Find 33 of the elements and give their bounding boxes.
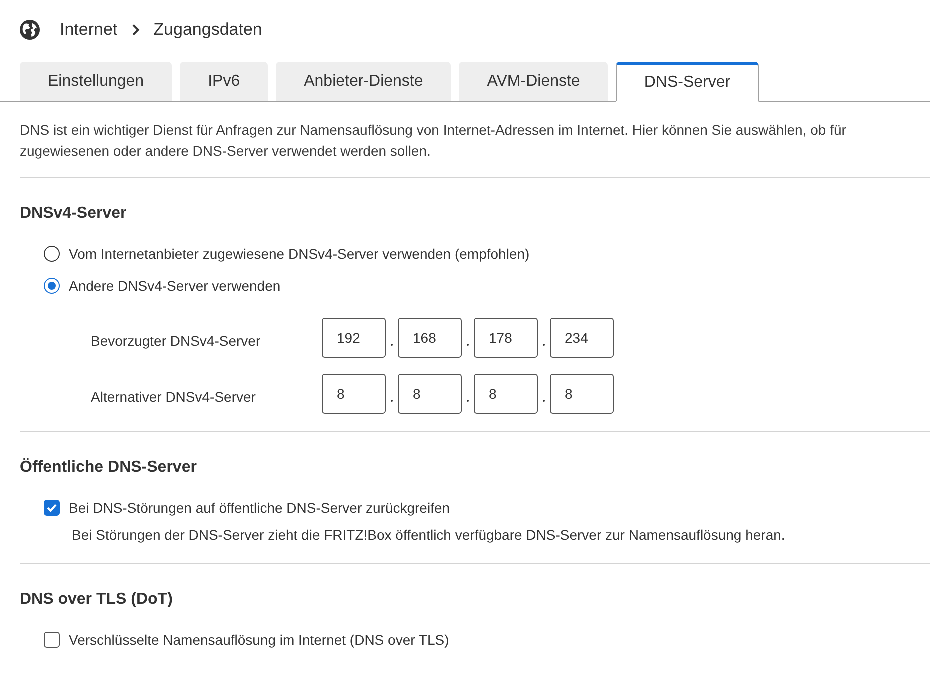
- section-heading: DNSv4-Server: [20, 204, 128, 224]
- breadcrumb-current: Zugangsdaten: [154, 19, 262, 41]
- tab[interactable]: Einstellungen: [20, 62, 172, 101]
- chevron-right-icon: [132, 24, 140, 36]
- tab[interactable]: DNS-Server: [616, 62, 759, 102]
- globe-icon: [20, 20, 40, 40]
- ip-octet-field[interactable]: 8: [322, 374, 386, 414]
- tab[interactable]: IPv6: [180, 62, 268, 101]
- section-heading: DNS over TLS (DoT): [20, 590, 174, 610]
- field-label: Alternativer DNSv4-Server: [91, 388, 257, 406]
- description-text: DNS ist ein wichtiger Dienst für Anfragen zur Namensauflösung von Internet-Adressen im Internet. Hier können Sie auswählen, ob für zugewiesenen oder andere DNS-Server verwendet werden sollen.: [20, 121, 848, 161]
- checkmark-icon: [47, 504, 57, 512]
- ip-octet-field[interactable]: 168: [398, 318, 462, 358]
- breadcrumb-link[interactable]: Internet: [60, 18, 118, 42]
- checkbox[interactable]: [44, 500, 60, 516]
- ip-octet-field[interactable]: 192: [322, 318, 386, 358]
- tab[interactable]: Anbieter-Dienste: [276, 62, 452, 101]
- tab[interactable]: AVM-Dienste: [459, 62, 608, 101]
- ip-octet-field[interactable]: 8: [474, 374, 538, 414]
- radio-button[interactable]: [44, 278, 60, 294]
- radio-button[interactable]: [44, 246, 60, 262]
- field-label: Bevorzugter DNSv4-Server: [91, 332, 262, 351]
- hint-text: Bei Störungen der DNS-Server zieht die FRITZ!Box öffentlich verfügbare DNS-Server zur Namensauflösung heran.: [72, 526, 786, 545]
- ip-octet-field[interactable]: 8: [550, 374, 614, 414]
- ip-octet-field[interactable]: 178: [474, 318, 538, 358]
- ip-octet-field[interactable]: 8: [398, 374, 462, 414]
- option-label: Verschlüsselte Namensauflösung im Internet (DNS over TLS): [69, 630, 450, 650]
- checkbox[interactable]: [44, 632, 60, 648]
- section-heading: Öffentliche DNS-Server: [20, 457, 198, 478]
- option-label: Andere DNSv4-Server verwenden: [69, 276, 281, 296]
- option-label: Vom Internetanbieter zugewiesene DNSv4-Server verwenden (empfohlen): [69, 244, 530, 264]
- ip-octet-field[interactable]: 234: [550, 318, 614, 358]
- option-label: Bei DNS-Störungen auf öffentliche DNS-Server zurückgreifen: [69, 498, 450, 518]
